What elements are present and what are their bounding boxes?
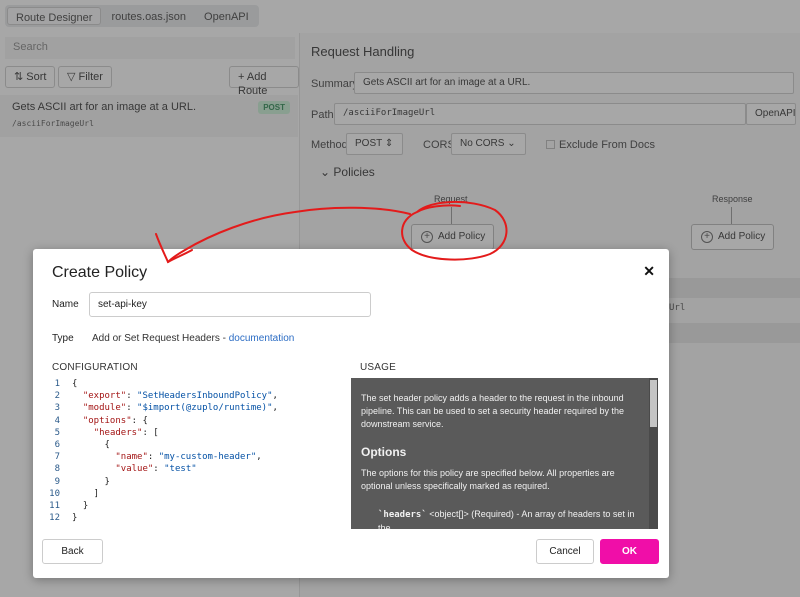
- code-line: 9 }: [42, 476, 352, 488]
- code-text: "options": {: [82, 415, 148, 426]
- code-text: "value": "test": [115, 464, 197, 475]
- code-text: ]: [72, 488, 100, 499]
- back-button[interactable]: Back: [42, 539, 103, 564]
- code-text: {: [72, 379, 78, 389]
- line-number: 5: [54, 427, 60, 438]
- close-icon[interactable]: ✕: [643, 263, 655, 280]
- code-text: "export": "SetHeadersInboundPolicy",: [82, 391, 278, 402]
- line-number: 8: [54, 464, 60, 475]
- code-line: 6 {: [42, 439, 352, 451]
- line-number: 6: [54, 440, 60, 451]
- line-number: 2: [54, 391, 60, 402]
- code-line: 4 "options": {: [42, 415, 352, 427]
- code-line: 11 }: [42, 500, 352, 512]
- code-line: 2 "export": "SetHeadersInboundPolicy",: [42, 390, 352, 402]
- line-number: 11: [49, 501, 60, 512]
- usage-headers-item: `headers` <object[]> (Required) - An arr…: [361, 508, 648, 529]
- code-text: }: [72, 476, 110, 487]
- code-line: 5 "headers": [: [42, 427, 352, 439]
- code-line: 7 "name": "my-custom-header",: [42, 451, 352, 463]
- line-number: 10: [49, 488, 60, 499]
- line-number: 3: [54, 403, 60, 414]
- usage-options-heading: Options: [361, 445, 407, 459]
- code-text: }: [72, 501, 89, 512]
- line-number: 4: [54, 415, 60, 426]
- usage-heading: USAGE: [360, 362, 397, 373]
- usage-intro: The set header policy adds a header to t…: [361, 393, 624, 429]
- code-text: "headers": [: [93, 427, 159, 438]
- usage-options-text: The options for this policy are specifie…: [361, 468, 615, 491]
- usage-panel[interactable]: The set header policy adds a header to t…: [351, 378, 658, 529]
- code-text: }: [72, 513, 78, 524]
- code-text: {: [72, 440, 110, 451]
- code-text: "name": "my-custom-header",: [115, 452, 262, 463]
- code-text: "module": "$import(@zuplo/runtime)",: [82, 403, 278, 414]
- policy-name-input[interactable]: [89, 292, 371, 317]
- usage-headers-code: `headers`: [378, 510, 427, 520]
- configuration-editor[interactable]: 1{2 "export": "SetHeadersInboundPolicy",…: [42, 378, 352, 529]
- ok-button[interactable]: OK: [600, 539, 659, 564]
- code-line: 10 ]: [42, 488, 352, 500]
- type-label: Type: [52, 333, 74, 344]
- type-value: Add or Set Request Headers - documentati…: [92, 333, 294, 344]
- dialog-title: Create Policy: [52, 264, 148, 281]
- cancel-button[interactable]: Cancel: [536, 539, 594, 564]
- line-number: 7: [54, 452, 60, 463]
- code-line: 12}: [42, 512, 352, 524]
- line-number: 12: [49, 513, 60, 524]
- line-number: 1: [54, 379, 60, 389]
- name-label: Name: [52, 299, 79, 310]
- code-line: 3 "module": "$import(@zuplo/runtime)",: [42, 402, 352, 414]
- configuration-heading: CONFIGURATION: [52, 362, 138, 373]
- create-policy-dialog: Create Policy ✕ Name Type Add or Set Req…: [33, 249, 669, 578]
- type-text: Add or Set Request Headers -: [92, 333, 229, 344]
- code-line: 8 "value": "test": [42, 463, 352, 475]
- code-line: 1{: [42, 378, 352, 390]
- usage-scrollbar[interactable]: [649, 378, 658, 529]
- line-number: 9: [54, 476, 60, 487]
- documentation-link[interactable]: documentation: [229, 333, 295, 344]
- usage-scrollbar-thumb[interactable]: [650, 380, 657, 427]
